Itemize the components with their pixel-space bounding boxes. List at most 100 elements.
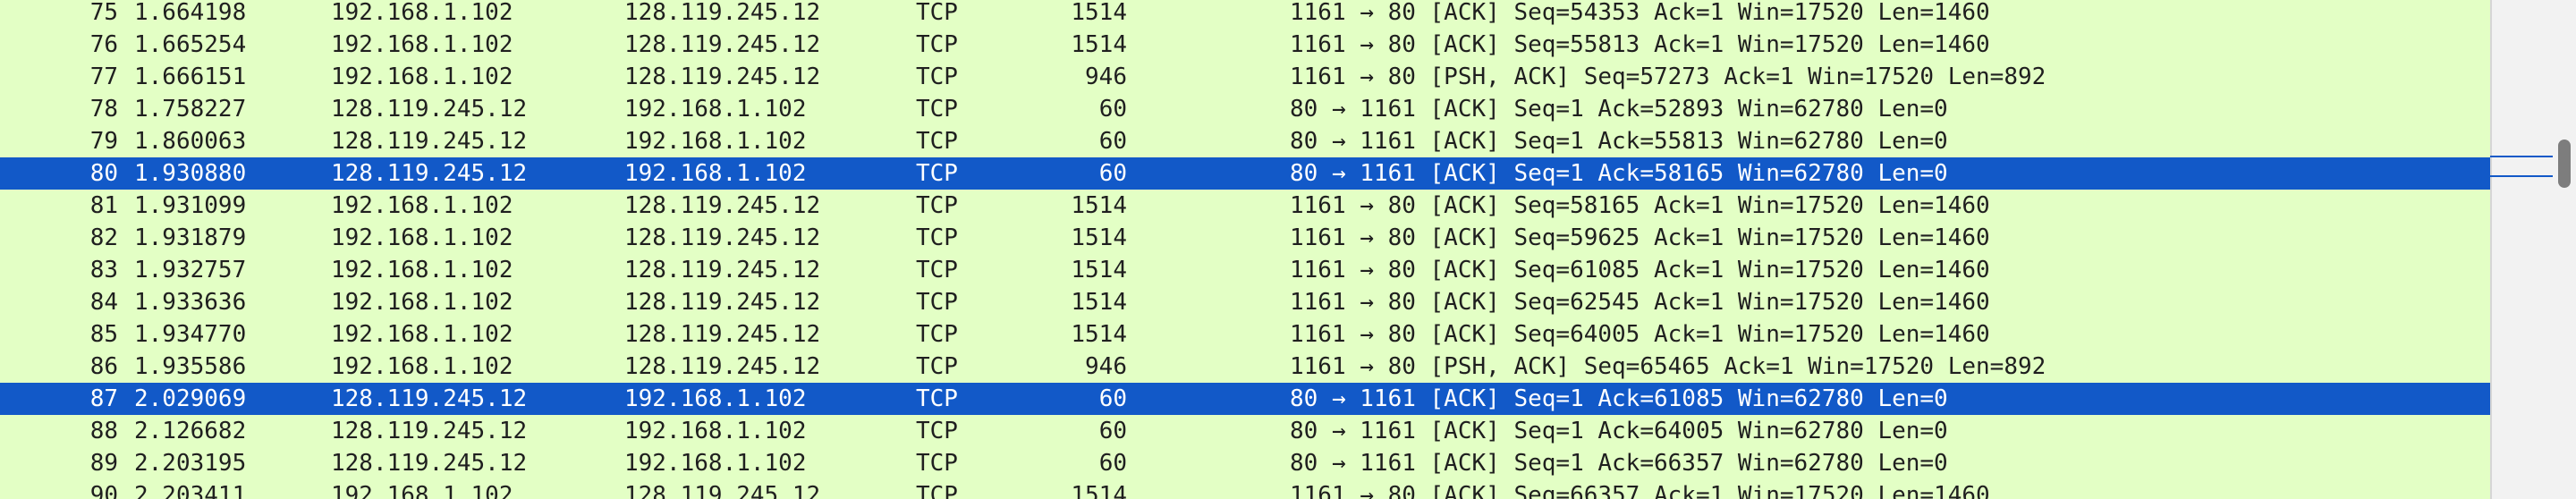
packet-time: 1.932757	[134, 257, 247, 283]
packet-length: 946	[1085, 63, 1127, 90]
packet-row-selected[interactable]: 87 2.029069 128.119.245.12 192.168.1.102 TCP…	[0, 383, 2490, 415]
packet-source: 192.168.1.102	[331, 192, 513, 219]
packet-protocol: TCP	[916, 257, 958, 283]
packet-info: 80 → 1161 [ACK] Seq=1 Ack=66357 Win=6278…	[1290, 450, 1948, 477]
packet-info: 1161 → 80 [PSH, ACK] Seq=65465 Ack=1 Win…	[1290, 353, 2046, 380]
packet-row[interactable]: 83 1.932757 192.168.1.102 128.119.245.12 TCP…	[0, 254, 2490, 286]
packet-row[interactable]: 89 2.203195 128.119.245.12 192.168.1.102 TCP…	[0, 447, 2490, 479]
packet-protocol: TCP	[916, 31, 958, 58]
packet-destination: 128.119.245.12	[624, 224, 821, 251]
packet-destination: 128.119.245.12	[624, 321, 821, 348]
packet-protocol: TCP	[916, 353, 958, 380]
packet-row[interactable]: 79 1.860063 128.119.245.12 192.168.1.102 TCP…	[0, 125, 2490, 157]
packet-time: 1.933636	[134, 289, 247, 316]
packet-list[interactable]: 75 1.664198 192.168.1.102 128.119.245.12 TCP…	[0, 0, 2490, 499]
minimap-selection-marker	[2490, 175, 2553, 177]
packet-number: 82	[89, 224, 118, 251]
packet-row[interactable]: 78 1.758227 128.119.245.12 192.168.1.102 TCP…	[0, 93, 2490, 125]
packet-destination: 128.119.245.12	[624, 482, 821, 499]
packet-destination: 192.168.1.102	[624, 96, 807, 123]
packet-row[interactable]: 82 1.931879 192.168.1.102 128.119.245.12 TCP…	[0, 222, 2490, 254]
packet-number: 81	[89, 192, 118, 219]
packet-number: 86	[89, 353, 118, 380]
packet-row-selected[interactable]: 80 1.930880 128.119.245.12 192.168.1.102 TCP…	[0, 157, 2490, 190]
packet-source: 192.168.1.102	[331, 0, 513, 26]
packet-info: 1161 → 80 [ACK] Seq=59625 Ack=1 Win=1752…	[1290, 224, 1990, 251]
packet-row[interactable]: 84 1.933636 192.168.1.102 128.119.245.12 TCP…	[0, 286, 2490, 318]
packet-row[interactable]: 86 1.935586 192.168.1.102 128.119.245.12 TCP…	[0, 351, 2490, 383]
scroll-thumb[interactable]	[2558, 140, 2571, 188]
packet-source: 192.168.1.102	[331, 257, 513, 283]
packet-time: 1.758227	[134, 96, 247, 123]
packet-time: 2.029069	[134, 385, 247, 412]
packet-time: 1.666151	[134, 63, 247, 90]
packet-time: 2.203411	[134, 482, 247, 499]
packet-source: 128.119.245.12	[331, 128, 528, 155]
packet-info: 1161 → 80 [PSH, ACK] Seq=57273 Ack=1 Win…	[1290, 63, 2046, 90]
packet-info: 80 → 1161 [ACK] Seq=1 Ack=55813 Win=6278…	[1290, 128, 1948, 155]
packet-minimap[interactable]	[2490, 0, 2553, 499]
packet-row[interactable]: 85 1.934770 192.168.1.102 128.119.245.12 TCP…	[0, 318, 2490, 351]
packet-number: 88	[89, 418, 118, 444]
packet-destination: 128.119.245.12	[624, 0, 821, 26]
packet-protocol: TCP	[916, 128, 958, 155]
packet-number: 87	[89, 385, 118, 412]
packet-time: 2.126682	[134, 418, 247, 444]
packet-protocol: TCP	[916, 0, 958, 26]
packet-destination: 192.168.1.102	[624, 385, 807, 412]
packet-length: 1514	[1071, 192, 1127, 219]
packet-source: 128.119.245.12	[331, 418, 528, 444]
packet-source: 192.168.1.102	[331, 63, 513, 90]
packet-row[interactable]: 76 1.665254 192.168.1.102 128.119.245.12 TCP…	[0, 29, 2490, 61]
packet-time: 2.203195	[134, 450, 247, 477]
packet-time: 1.931099	[134, 192, 247, 219]
packet-destination: 128.119.245.12	[624, 289, 821, 316]
packet-source: 192.168.1.102	[331, 321, 513, 348]
packet-length: 1514	[1071, 289, 1127, 316]
packet-info: 1161 → 80 [ACK] Seq=55813 Ack=1 Win=1752…	[1290, 31, 1990, 58]
packet-source: 128.119.245.12	[331, 96, 528, 123]
packet-row[interactable]: 77 1.666151 192.168.1.102 128.119.245.12 TCP…	[0, 61, 2490, 93]
packet-time: 1.665254	[134, 31, 247, 58]
packet-info: 1161 → 80 [ACK] Seq=66357 Ack=1 Win=1752…	[1290, 482, 1990, 499]
packet-length: 1514	[1071, 31, 1127, 58]
packet-info: 1161 → 80 [ACK] Seq=54353 Ack=1 Win=1752…	[1290, 0, 1990, 26]
packet-protocol: TCP	[916, 321, 958, 348]
packet-protocol: TCP	[916, 418, 958, 444]
packet-protocol: TCP	[916, 224, 958, 251]
packet-number: 80	[89, 160, 118, 187]
packet-number: 76	[89, 31, 118, 58]
packet-destination: 128.119.245.12	[624, 31, 821, 58]
packet-length: 1514	[1071, 0, 1127, 26]
packet-source: 192.168.1.102	[331, 31, 513, 58]
packet-row[interactable]: 75 1.664198 192.168.1.102 128.119.245.12 TCP…	[0, 0, 2490, 29]
packet-length: 60	[1098, 418, 1127, 444]
packet-source: 128.119.245.12	[331, 385, 528, 412]
packet-info: 80 → 1161 [ACK] Seq=1 Ack=52893 Win=6278…	[1290, 96, 1948, 123]
packet-length: 1514	[1071, 482, 1127, 499]
packet-protocol: TCP	[916, 192, 958, 219]
packet-info: 80 → 1161 [ACK] Seq=1 Ack=58165 Win=6278…	[1290, 160, 1948, 187]
packet-length: 1514	[1071, 224, 1127, 251]
packet-protocol: TCP	[916, 385, 958, 412]
packet-length: 1514	[1071, 321, 1127, 348]
packet-destination: 192.168.1.102	[624, 128, 807, 155]
packet-info: 1161 → 80 [ACK] Seq=61085 Ack=1 Win=1752…	[1290, 257, 1990, 283]
packet-protocol: TCP	[916, 482, 958, 499]
packet-destination: 128.119.245.12	[624, 192, 821, 219]
packet-destination: 192.168.1.102	[624, 160, 807, 187]
packet-length: 946	[1085, 353, 1127, 380]
packet-length: 60	[1098, 96, 1127, 123]
packet-number: 79	[89, 128, 118, 155]
packet-protocol: TCP	[916, 289, 958, 316]
packet-time: 1.934770	[134, 321, 247, 348]
packet-info: 80 → 1161 [ACK] Seq=1 Ack=61085 Win=6278…	[1290, 385, 1948, 412]
packet-row[interactable]: 81 1.931099 192.168.1.102 128.119.245.12 TCP…	[0, 190, 2490, 222]
packet-row[interactable]: 90 2.203411 192.168.1.102 128.119.245.12 TCP…	[0, 479, 2490, 499]
packet-source: 192.168.1.102	[331, 224, 513, 251]
packet-length: 60	[1098, 450, 1127, 477]
packet-source: 192.168.1.102	[331, 289, 513, 316]
packet-row[interactable]: 88 2.126682 128.119.245.12 192.168.1.102 TCP…	[0, 415, 2490, 447]
packet-time: 1.935586	[134, 353, 247, 380]
minimap-selection-marker	[2490, 156, 2553, 157]
